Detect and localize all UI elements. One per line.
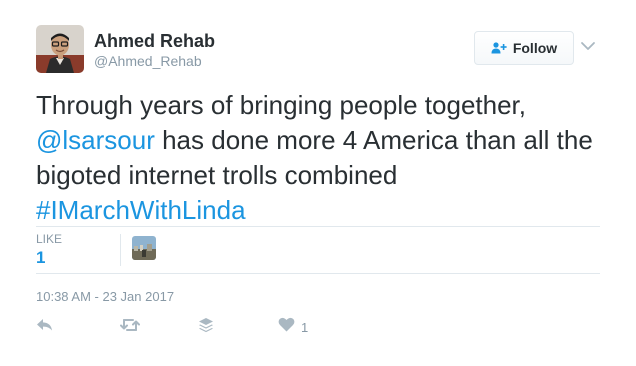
- liker-avatar[interactable]: [132, 236, 156, 260]
- like-button[interactable]: 1: [278, 317, 309, 337]
- add-user-icon: [491, 42, 507, 54]
- heart-icon: [278, 317, 295, 337]
- follow-button-label: Follow: [512, 40, 558, 56]
- mention-link[interactable]: @lsarsour: [36, 125, 155, 155]
- tweet-text-line: Through years of bringing people togethe…: [36, 90, 527, 120]
- tweet-timestamp[interactable]: 10:38 AM - 23 Jan 2017: [36, 289, 174, 304]
- likes-label: LIKE: [36, 232, 63, 246]
- buffer-icon: [198, 317, 214, 338]
- chevron-down-icon[interactable]: [580, 38, 596, 54]
- tweet-text-fragment: has done more 4 America than all the: [154, 125, 593, 155]
- follow-button[interactable]: Follow: [474, 31, 574, 65]
- stats-separator: [120, 234, 121, 266]
- retweet-button[interactable]: [120, 318, 140, 336]
- tweet-text-line: @lsarsour has done more 4 America than a…: [36, 123, 616, 158]
- author-handle[interactable]: @Ahmed_Rehab: [94, 53, 202, 69]
- tweet-card: Ahmed Rehab @Ahmed_Rehab Follow Through …: [0, 0, 636, 366]
- tweet-text-line: #IMarchWithLinda: [36, 193, 616, 228]
- buffer-button[interactable]: [198, 317, 214, 338]
- hashtag-link[interactable]: #IMarchWithLinda: [36, 195, 246, 225]
- retweet-icon: [120, 318, 140, 337]
- tweet-text: Through years of bringing people togethe…: [36, 88, 616, 228]
- divider: [36, 226, 600, 227]
- reply-icon: [36, 318, 53, 337]
- likes-count[interactable]: 1: [36, 248, 45, 268]
- author-avatar[interactable]: [36, 25, 84, 73]
- divider: [36, 273, 600, 274]
- tweet-text-line: bigoted internet trolls combined: [36, 160, 398, 190]
- like-action-count: 1: [301, 319, 309, 335]
- author-display-name[interactable]: Ahmed Rehab: [94, 31, 215, 52]
- reply-button[interactable]: [36, 318, 53, 336]
